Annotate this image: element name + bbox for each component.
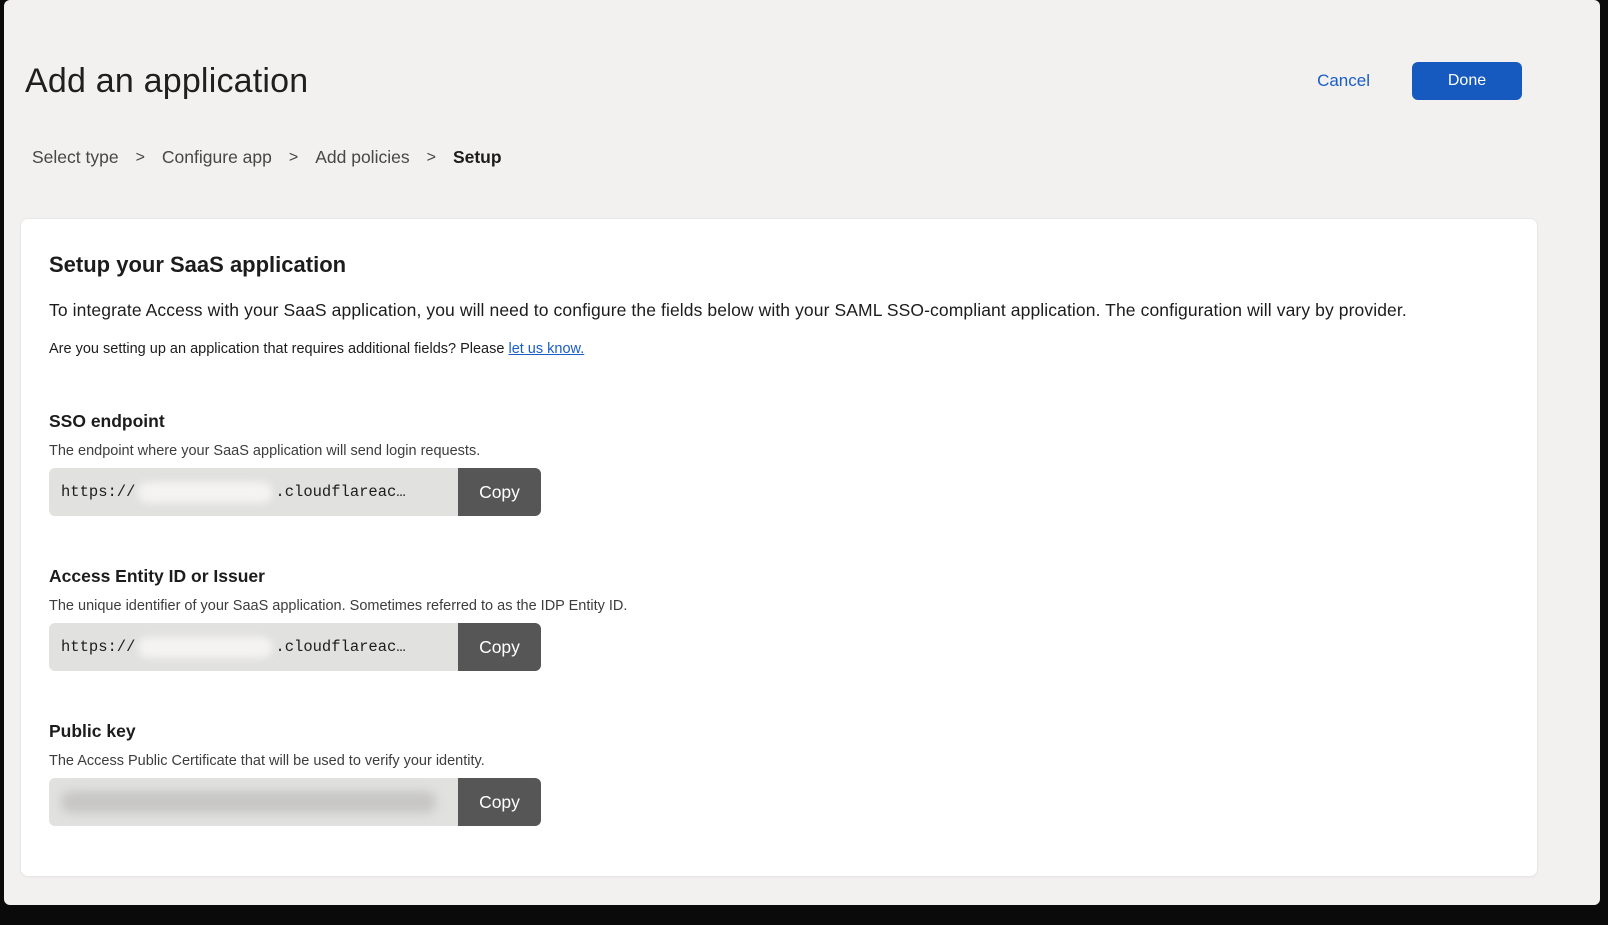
entity-id-field: https:// .cloudflareac… Copy: [49, 623, 541, 671]
sso-endpoint-section: SSO endpoint The endpoint where your Saa…: [49, 411, 1509, 516]
entity-id-value: https:// .cloudflareac…: [49, 623, 458, 671]
card-note-text: Are you setting up an application that r…: [49, 341, 508, 357]
sso-endpoint-label: SSO endpoint: [49, 411, 1509, 432]
sso-endpoint-value-suffix: .cloudflareac…: [275, 483, 405, 501]
redacted-value: [138, 637, 272, 658]
sso-endpoint-value-prefix: https://: [61, 483, 135, 501]
public-key-description: The Access Public Certificate that will …: [49, 753, 1509, 769]
setup-card: Setup your SaaS application To integrate…: [20, 218, 1538, 877]
redacted-value: [138, 482, 272, 503]
breadcrumb-step-add-policies[interactable]: Add policies: [315, 147, 409, 168]
entity-id-description: The unique identifier of your SaaS appli…: [49, 598, 1509, 614]
breadcrumb: Select type > Configure app > Add polici…: [4, 101, 1600, 168]
sso-endpoint-value: https:// .cloudflareac…: [49, 468, 458, 516]
page-header: Add an application Cancel Done: [4, 0, 1600, 101]
breadcrumb-separator: >: [136, 149, 145, 167]
breadcrumb-separator: >: [289, 149, 298, 167]
card-note: Are you setting up an application that r…: [49, 341, 1509, 357]
entity-id-value-suffix: .cloudflareac…: [275, 638, 405, 656]
entity-id-value-prefix: https://: [61, 638, 135, 656]
breadcrumb-separator: >: [427, 149, 436, 167]
breadcrumb-step-configure-app[interactable]: Configure app: [162, 147, 272, 168]
sso-endpoint-field: https:// .cloudflareac… Copy: [49, 468, 541, 516]
public-key-field: Copy: [49, 778, 541, 826]
redacted-value: [61, 791, 436, 813]
page-title: Add an application: [25, 62, 1522, 101]
breadcrumb-step-setup: Setup: [453, 147, 502, 168]
public-key-section: Public key The Access Public Certificate…: [49, 721, 1509, 826]
entity-id-section: Access Entity ID or Issuer The unique id…: [49, 566, 1509, 671]
sso-endpoint-copy-button[interactable]: Copy: [458, 468, 541, 516]
public-key-copy-button[interactable]: Copy: [458, 778, 541, 826]
header-actions: Cancel Done: [1317, 62, 1522, 100]
cancel-button[interactable]: Cancel: [1317, 71, 1370, 91]
public-key-value: [49, 778, 458, 826]
entity-id-copy-button[interactable]: Copy: [458, 623, 541, 671]
app-window: Add an application Cancel Done Select ty…: [4, 0, 1600, 905]
done-button[interactable]: Done: [1412, 62, 1522, 100]
entity-id-label: Access Entity ID or Issuer: [49, 566, 1509, 587]
breadcrumb-step-select-type[interactable]: Select type: [32, 147, 119, 168]
public-key-label: Public key: [49, 721, 1509, 742]
card-intro-text: To integrate Access with your SaaS appli…: [49, 300, 1509, 321]
card-heading: Setup your SaaS application: [49, 252, 1509, 278]
let-us-know-link[interactable]: let us know.: [508, 341, 584, 357]
sso-endpoint-description: The endpoint where your SaaS application…: [49, 443, 1509, 459]
